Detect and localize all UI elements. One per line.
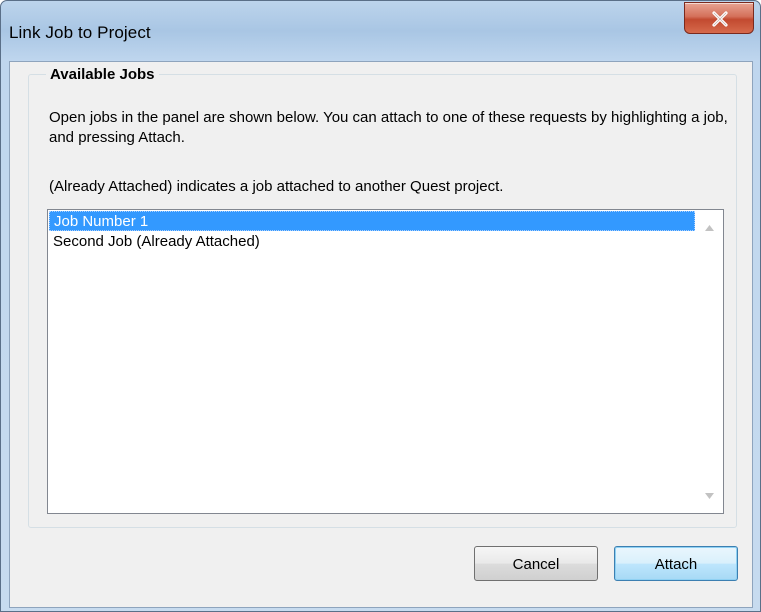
list-item-job-number-1[interactable]: Job Number 1 <box>49 211 695 231</box>
attached-note-text: (Already Attached) indicates a job attac… <box>49 178 504 195</box>
close-button[interactable] <box>684 2 754 34</box>
jobs-listbox[interactable]: Job Number 1 Second Job (Already Attache… <box>47 209 724 514</box>
scroll-up-button[interactable] <box>696 218 723 238</box>
list-item-label: Second Job (Already Attached) <box>53 233 260 250</box>
window-title: Link Job to Project <box>9 23 151 42</box>
attach-button[interactable]: Attach <box>614 546 738 581</box>
scroll-down-button[interactable] <box>696 486 723 506</box>
group-title: Available Jobs <box>46 66 159 83</box>
cancel-button[interactable]: Cancel <box>474 546 598 581</box>
list-item-second-job[interactable]: Second Job (Already Attached) <box>49 232 695 252</box>
triangle-down-icon <box>705 493 714 499</box>
triangle-up-icon <box>705 225 714 231</box>
close-icon <box>712 11 728 27</box>
title-bar[interactable]: Link Job to Project <box>1 1 760 61</box>
vertical-scrollbar[interactable] <box>696 210 723 513</box>
instructions-text: Open jobs in the panel are shown below. … <box>49 109 728 146</box>
list-item-label: Job Number 1 <box>54 213 149 230</box>
